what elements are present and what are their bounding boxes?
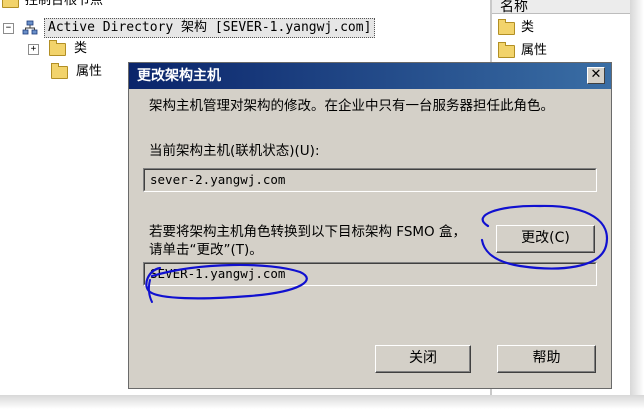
target-master-field[interactable]: SEVER-1.yangwj.com [143,262,597,286]
folder-icon [51,62,68,79]
dialog-title: 更改架构主机 [137,68,221,84]
current-master-field[interactable]: sever-2.yangwj.com [143,168,597,192]
tree-item-attributes[interactable]: 属性 [51,62,102,82]
tree-item-label: 类 [74,41,88,56]
folder-icon [498,18,515,35]
folder-icon [2,0,19,8]
tree-item-classes[interactable]: + 类 [28,39,87,59]
screenshot-shadow-bottom [0,395,644,409]
details-item-classes[interactable]: 类 [498,18,534,38]
details-item-label: 属性 [521,43,548,58]
tree-root-row[interactable]: 控制台根节点 [2,0,103,11]
details-item-attributes[interactable]: 属性 [498,41,547,61]
tree-ad-schema-row[interactable]: − Active Directory 架构 [SEVER-1.yangwj.co… [3,18,376,38]
expand-expander[interactable]: + [28,43,39,55]
tree-ad-schema-label: Active Directory 架构 [SEVER-1.yangwj.com] [44,18,376,38]
dialog-titlebar[interactable]: 更改架构主机 ✕ [129,63,611,89]
tree-root-label: 控制台根节点 [25,0,104,8]
collapse-expander[interactable]: − [3,22,14,34]
folder-icon [49,39,66,56]
name-column-header[interactable]: 名称 [492,0,632,14]
details-item-label: 类 [521,20,535,35]
tree-item-label: 属性 [76,64,103,79]
screenshot-shadow-right [630,0,644,409]
transfer-instructions: 若要将架构主机角色转换到以下目标架构 FSMO 盒，请单击“更改”(T)。 [149,224,466,258]
current-master-label: 当前架构主机(联机状态)(U): [149,143,320,159]
change-schema-master-dialog: 更改架构主机 ✕ 架构主机管理对架构的修改。在企业中只有一台服务器担任此角色。 … [128,62,612,389]
folder-icon [498,41,515,58]
close-icon[interactable]: ✕ [587,67,605,84]
change-button[interactable]: 更改(C) [496,225,595,253]
ad-schema-icon [22,20,38,35]
close-button[interactable]: 关闭 [375,345,471,373]
dialog-description: 架构主机管理对架构的修改。在企业中只有一台服务器担任此角色。 [149,98,554,114]
help-button[interactable]: 帮助 [497,345,596,373]
